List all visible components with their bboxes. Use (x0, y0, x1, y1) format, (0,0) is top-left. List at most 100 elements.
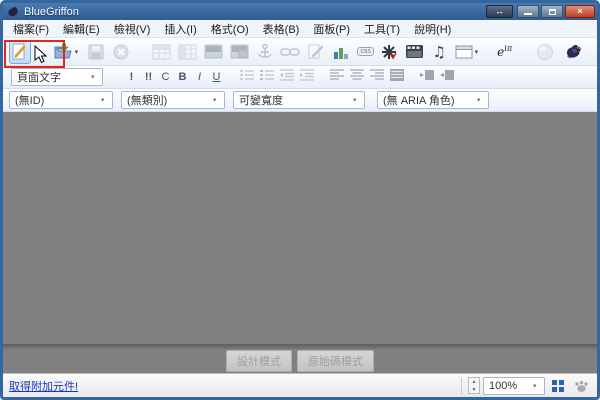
block-outdent-button[interactable] (439, 68, 455, 87)
video-icon (405, 45, 423, 58)
css-icon: css (357, 47, 374, 56)
mode-switch-bar: 設計模式 原始碼模式 (3, 349, 597, 373)
resize-horizontal-button[interactable]: ↔ (486, 5, 513, 18)
form-frame-button[interactable] (454, 40, 474, 64)
menu-help[interactable]: 說明(H) (408, 20, 457, 38)
spellcheck-button[interactable] (380, 40, 399, 64)
align-left-button[interactable] (329, 68, 345, 87)
id-select[interactable]: (無ID) ▾ (9, 91, 113, 109)
new-document-button[interactable] (9, 39, 31, 64)
block-indent-button[interactable] (419, 68, 435, 87)
globe-icon (536, 43, 553, 60)
edit-page-button[interactable] (306, 40, 326, 64)
table-icon (152, 44, 171, 59)
stop-button[interactable] (111, 40, 131, 64)
image-properties-button[interactable] (229, 40, 250, 64)
editor-content-area[interactable]: 設計模式 原始碼模式 (3, 112, 597, 373)
math-sup: iπ (504, 44, 513, 53)
menu-view[interactable]: 檢視(V) (108, 20, 157, 38)
css-button[interactable]: css (356, 40, 375, 64)
image-properties-icon (230, 44, 249, 59)
maximize-button[interactable] (541, 5, 563, 18)
app-icon (8, 6, 20, 16)
underline-button[interactable]: U (210, 70, 223, 84)
align-center-button[interactable] (349, 68, 365, 87)
aria-role-select-value: (無 ARIA 角色) (383, 95, 455, 107)
anchor-icon (258, 43, 272, 58)
menu-edit[interactable]: 編輯(E) (57, 20, 106, 38)
table-properties-button[interactable] (177, 40, 198, 64)
align-left-icon (330, 68, 344, 80)
class-select[interactable]: (無類別) ▾ (121, 91, 225, 109)
class-select-value: (無類別) (127, 95, 168, 107)
save-button[interactable] (86, 40, 106, 64)
video-button[interactable] (404, 40, 425, 64)
menu-insert[interactable]: 插入(I) (158, 20, 202, 38)
chevron-down-icon: ▾ (353, 97, 357, 104)
menu-bar: 檔案(F) 編輯(E) 檢視(V) 插入(I) 格式(O) 表格(B) 面板(P… (3, 20, 597, 38)
chart-button[interactable] (331, 40, 351, 64)
align-right-button[interactable] (369, 68, 385, 87)
bullet-list-button[interactable] (239, 68, 255, 87)
globe-button[interactable] (535, 40, 555, 64)
outdent-icon (280, 68, 294, 81)
paragraph-style-select[interactable]: 頁面文字 ▾ (11, 68, 103, 86)
bold-button[interactable]: B (176, 70, 189, 84)
edit-page-icon (308, 44, 324, 58)
menu-panels[interactable]: 面板(P) (307, 20, 356, 38)
open-file-button[interactable] (52, 40, 74, 64)
statusbar-divider (461, 377, 462, 394)
menu-file[interactable]: 檔案(F) (7, 20, 55, 38)
attributes-toolbar: (無ID) ▾ (無類別) ▾ 可變寬度 ▾ (無 ARIA 角色) ▾ (3, 89, 597, 112)
chevron-down-icon: ▾ (533, 382, 537, 390)
form-frame-dropdown-caret-icon[interactable]: ▾ (475, 48, 481, 56)
stop-icon (113, 44, 129, 59)
aria-role-select[interactable]: (無 ARIA 角色) ▾ (377, 91, 489, 109)
status-bar: 取得附加元件! ▲ ▼ 100% ▾ (3, 373, 597, 397)
insert-table-button[interactable] (151, 40, 172, 64)
zoom-select[interactable]: 100% ▾ (483, 376, 545, 395)
open-folder-icon (54, 43, 72, 58)
paw-icon (574, 380, 588, 392)
paw-button[interactable] (571, 377, 591, 395)
math-icon: eiπ (497, 44, 512, 59)
table-properties-icon (178, 44, 197, 59)
window-title: BlueGriffon (24, 5, 79, 18)
audio-button[interactable]: ♫ (430, 40, 449, 64)
get-addons-link[interactable]: 取得附加元件! (9, 378, 78, 394)
numbered-list-button[interactable] (259, 68, 275, 87)
indent-button[interactable] (299, 68, 315, 87)
close-button[interactable]: × (565, 5, 595, 18)
open-dropdown-caret-icon[interactable]: ▾ (75, 48, 81, 56)
spin-up-icon[interactable]: ▲ (469, 378, 479, 386)
anchor-button[interactable] (255, 40, 274, 64)
menu-table[interactable]: 表格(B) (257, 20, 306, 38)
emphasis-button[interactable]: ! (125, 70, 138, 84)
source-mode-button[interactable]: 原始碼模式 (297, 350, 374, 372)
paragraph-style-value: 頁面文字 (17, 72, 61, 84)
spellcheck-icon (382, 44, 398, 59)
strong-emphasis-button[interactable]: !! (142, 70, 155, 84)
menu-format[interactable]: 格式(O) (205, 20, 255, 38)
design-mode-button[interactable]: 設計模式 (226, 350, 292, 372)
minimize-button[interactable] (517, 5, 539, 18)
spin-down-icon[interactable]: ▼ (469, 386, 479, 394)
id-select-value: (無ID) (15, 95, 45, 107)
outdent-button[interactable] (279, 68, 295, 87)
block-outdent-icon (440, 69, 454, 80)
chevron-down-icon: ▾ (477, 97, 481, 104)
align-justify-button[interactable] (389, 68, 405, 87)
music-note-icon: ♫ (432, 42, 446, 61)
italic-button[interactable]: I (193, 70, 206, 84)
menu-tools[interactable]: 工具(T) (358, 20, 406, 38)
chart-icon (334, 47, 349, 59)
math-button[interactable]: eiπ (495, 40, 514, 64)
width-select[interactable]: 可變寬度 ▾ (233, 91, 365, 109)
fullscreen-button[interactable] (548, 377, 568, 395)
link-button[interactable] (279, 40, 301, 64)
insert-image-button[interactable] (203, 40, 224, 64)
code-button[interactable]: C (159, 70, 172, 84)
zoom-stepper[interactable]: ▲ ▼ (468, 377, 480, 394)
align-center-icon (350, 68, 364, 80)
numbered-list-icon (260, 69, 274, 80)
